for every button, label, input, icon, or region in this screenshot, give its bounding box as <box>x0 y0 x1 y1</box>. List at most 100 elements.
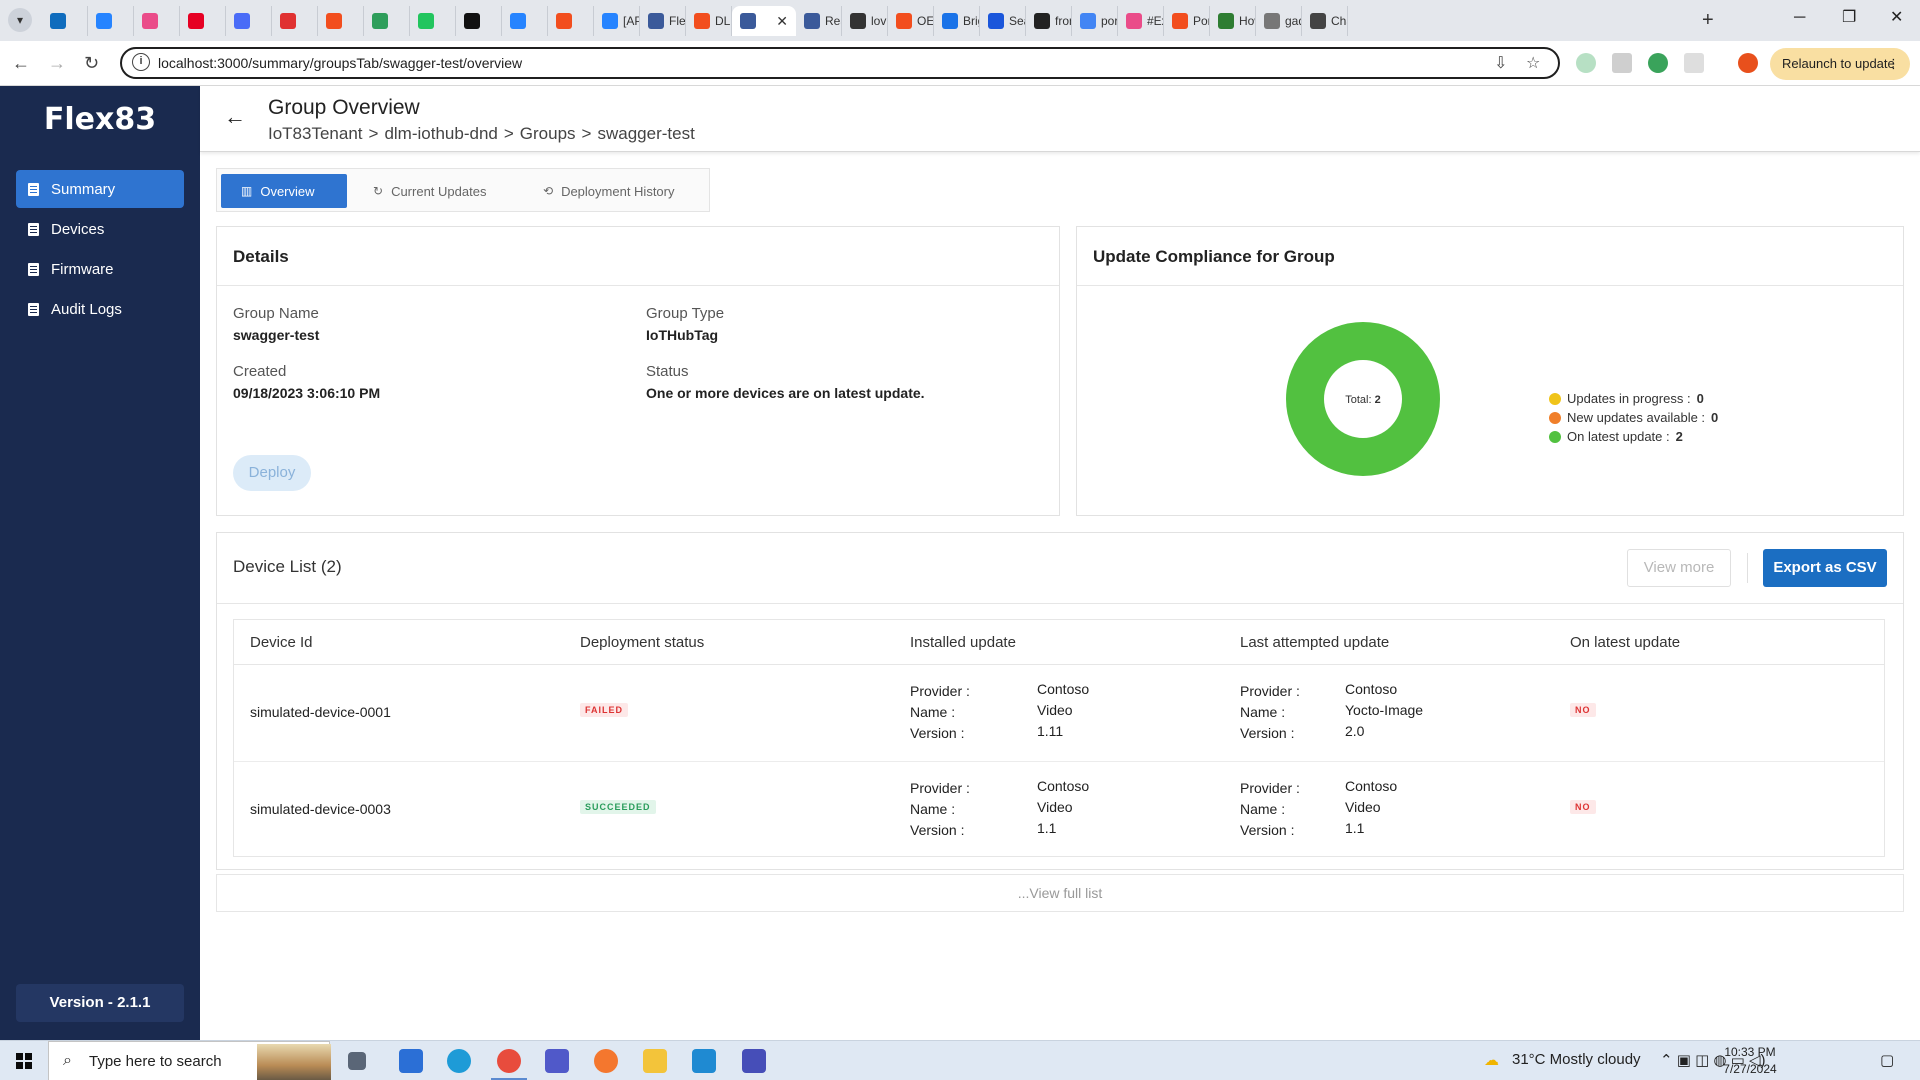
view-more-button[interactable]: View more <box>1627 549 1731 587</box>
breadcrumb-separator: > <box>503 124 514 143</box>
browser-tab[interactable]: How <box>1210 6 1256 36</box>
browser-tab[interactable]: ✕ <box>732 6 796 36</box>
chrome-icon[interactable] <box>497 1049 521 1073</box>
browser-tab[interactable] <box>42 6 88 36</box>
taskbar-search-placeholder: Type here to search <box>89 1053 222 1070</box>
browser-tab[interactable] <box>226 6 272 36</box>
browser-tab[interactable] <box>548 6 594 36</box>
favicon-icon <box>234 13 250 29</box>
back-arrow-icon[interactable]: ← <box>224 104 246 130</box>
browser-tab[interactable] <box>272 6 318 36</box>
file-explorer-icon[interactable] <box>643 1049 667 1073</box>
divider <box>217 603 1903 604</box>
details-card: Details Group Name swagger-test Group Ty… <box>216 226 1060 516</box>
browser-tab[interactable]: fron <box>1026 6 1072 36</box>
divider <box>1077 285 1903 286</box>
relaunch-to-update-button[interactable]: Relaunch to update ⋮ <box>1770 48 1910 80</box>
notifications-icon[interactable]: ▢ <box>1880 1051 1894 1069</box>
sidebar-item-label: Audit Logs <box>51 300 122 318</box>
tab-overview[interactable]: ▥ Overview <box>221 174 347 208</box>
browser-tab[interactable] <box>364 6 410 36</box>
browser-tab-label: lovi <box>871 14 888 28</box>
breadcrumb-hub[interactable]: dlm-iothub-dnd <box>384 124 497 144</box>
browser-tab[interactable] <box>134 6 180 36</box>
breadcrumb: IoT83Tenant > dlm-iothub-dnd > Groups > … <box>268 124 695 144</box>
firefox-icon[interactable] <box>594 1049 618 1073</box>
device-list-card: Device List (2) View more Export as CSV … <box>216 532 1904 870</box>
tab-current-updates[interactable]: ↻ Current Updates <box>353 174 506 208</box>
weather-text[interactable]: 31°C Mostly cloudy <box>1512 1051 1641 1068</box>
browser-tab[interactable]: [API <box>594 6 640 36</box>
favicon-icon <box>1218 13 1234 29</box>
browser-tab[interactable] <box>410 6 456 36</box>
taskbar-search-input[interactable]: ⌕ Type here to search <box>48 1041 331 1080</box>
puzzle-extensions-icon[interactable] <box>1684 53 1704 73</box>
taskbar-clock[interactable]: 10:33 PM 7/27/2024 <box>1712 1044 1788 1078</box>
windows-start-icon[interactable] <box>16 1053 32 1069</box>
install-app-icon[interactable]: ⇩ <box>1494 53 1507 73</box>
sidebar-item-firmware[interactable]: Firmware <box>16 250 184 288</box>
new-tab-button[interactable]: + <box>1702 8 1714 32</box>
sidebar-item-audit-logs[interactable]: Audit Logs <box>16 290 184 328</box>
browser-tab[interactable] <box>88 6 134 36</box>
extension-icon[interactable] <box>1576 53 1596 73</box>
browser-tab[interactable] <box>180 6 226 36</box>
teams-icon[interactable] <box>545 1049 569 1073</box>
edge-icon[interactable] <box>447 1049 471 1073</box>
group-type-value: IoTHubTag <box>646 327 719 343</box>
tab-search-chevron-icon[interactable]: ▾ <box>8 8 32 32</box>
browser-tab[interactable]: lovi <box>842 6 888 36</box>
legend-dot-icon <box>1549 430 1561 443</box>
favicon-icon <box>326 13 342 29</box>
sidebar-item-devices[interactable]: Devices <box>16 210 184 248</box>
url-input[interactable]: i localhost:3000/summary/groupsTab/swagg… <box>120 47 1560 79</box>
site-info-icon[interactable]: i <box>132 53 150 71</box>
sidebar-item-summary[interactable]: Summary <box>16 170 184 208</box>
vscode-icon[interactable] <box>692 1049 716 1073</box>
teams-work-icon[interactable] <box>742 1049 766 1073</box>
tab-deployment-history[interactable]: ⟲ Deployment History <box>523 174 695 208</box>
browser-tab[interactable]: #Exp <box>1118 6 1164 36</box>
browser-tab[interactable]: Port <box>1164 6 1210 36</box>
breadcrumb-groups[interactable]: Groups <box>520 124 576 144</box>
breadcrumb-tenant[interactable]: IoT83Tenant <box>268 124 363 144</box>
reload-icon[interactable]: ↻ <box>84 51 99 75</box>
browser-tab[interactable]: Brig <box>934 6 980 36</box>
close-tab-icon[interactable]: ✕ <box>776 13 788 30</box>
divider <box>217 285 1059 286</box>
back-nav-icon[interactable]: ← <box>12 51 30 75</box>
close-window-icon[interactable]: ✕ <box>1890 6 1903 30</box>
extension-icon[interactable] <box>1612 53 1632 73</box>
minimize-icon[interactable]: ─ <box>1794 6 1805 30</box>
deploy-button[interactable]: Deploy <box>233 455 311 491</box>
restore-icon[interactable]: ❐ <box>1842 6 1856 30</box>
browser-tab[interactable] <box>456 6 502 36</box>
kebab-menu-icon[interactable]: ⋮ <box>1887 48 1900 80</box>
favicon-icon <box>1172 13 1188 29</box>
provider-value: Contoso <box>1037 681 1090 697</box>
view-full-list-link[interactable]: ...View full list <box>216 874 1904 912</box>
forward-nav-icon[interactable]: → <box>48 51 66 75</box>
browser-tab[interactable]: Flex <box>640 6 686 36</box>
device-id-cell[interactable]: simulated-device-0003 <box>250 801 391 817</box>
task-view-icon[interactable] <box>348 1052 366 1070</box>
favicon-icon <box>556 13 572 29</box>
browser-tab[interactable] <box>502 6 548 36</box>
browser-tab[interactable]: OED <box>888 6 934 36</box>
bookmark-star-icon[interactable]: ☆ <box>1526 53 1540 73</box>
export-csv-button[interactable]: Export as CSV <box>1763 549 1887 587</box>
favicon-icon <box>896 13 912 29</box>
mail-icon[interactable] <box>399 1049 423 1073</box>
browser-tab[interactable]: Cha <box>1302 6 1348 36</box>
browser-tab[interactable] <box>318 6 364 36</box>
profile-avatar[interactable] <box>1738 53 1758 73</box>
device-id-cell[interactable]: simulated-device-0001 <box>250 704 391 720</box>
browser-tab[interactable]: Sear <box>980 6 1026 36</box>
extension-icon[interactable] <box>1648 53 1668 73</box>
windows-taskbar: ⌕ Type here to search ☁ 31°C Mostly clou… <box>0 1040 1920 1080</box>
weather-icon[interactable]: ☁ <box>1484 1051 1499 1069</box>
browser-tab[interactable]: Reac <box>796 6 842 36</box>
browser-tab[interactable]: gad <box>1256 6 1302 36</box>
browser-tab[interactable]: DLM <box>686 6 732 36</box>
browser-tab[interactable]: port <box>1072 6 1118 36</box>
